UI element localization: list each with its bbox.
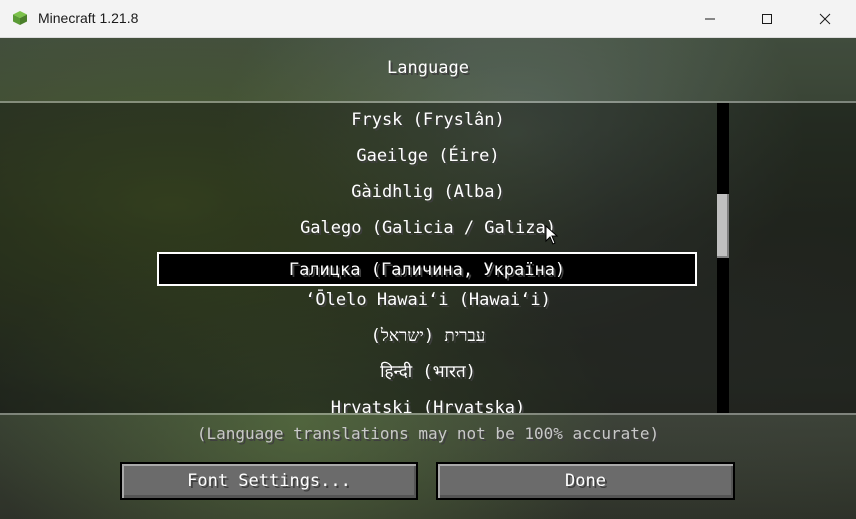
maximize-icon bbox=[761, 10, 773, 29]
page-title: Language bbox=[387, 58, 469, 78]
maximize-button[interactable] bbox=[738, 0, 796, 38]
minecraft-window: Minecraft 1.21.8 Language Frysk (Fryslân… bbox=[0, 0, 856, 519]
mouse-cursor-icon bbox=[545, 224, 559, 245]
minimize-button[interactable] bbox=[681, 0, 739, 38]
font-settings-button[interactable]: Font Settings... bbox=[120, 462, 418, 500]
minimize-icon bbox=[704, 10, 716, 29]
done-button[interactable]: Done bbox=[436, 462, 735, 500]
game-viewport: Language Frysk (Fryslân) Gaeilge (Éire) … bbox=[0, 38, 856, 519]
close-icon bbox=[819, 10, 831, 29]
scrollbar-thumb[interactable] bbox=[717, 194, 729, 258]
close-button[interactable] bbox=[796, 0, 854, 38]
scrollbar-track[interactable] bbox=[717, 103, 729, 413]
window-title: Minecraft 1.21.8 bbox=[38, 10, 139, 26]
language-item-selected[interactable]: Галицка (Галичина, Україна) bbox=[157, 252, 697, 286]
minecraft-grass-block-icon bbox=[12, 10, 28, 26]
list-divider bbox=[0, 413, 856, 415]
translation-disclaimer: (Language translations may not be 100% a… bbox=[196, 424, 660, 443]
window-title-bar[interactable]: Minecraft 1.21.8 bbox=[0, 0, 856, 38]
